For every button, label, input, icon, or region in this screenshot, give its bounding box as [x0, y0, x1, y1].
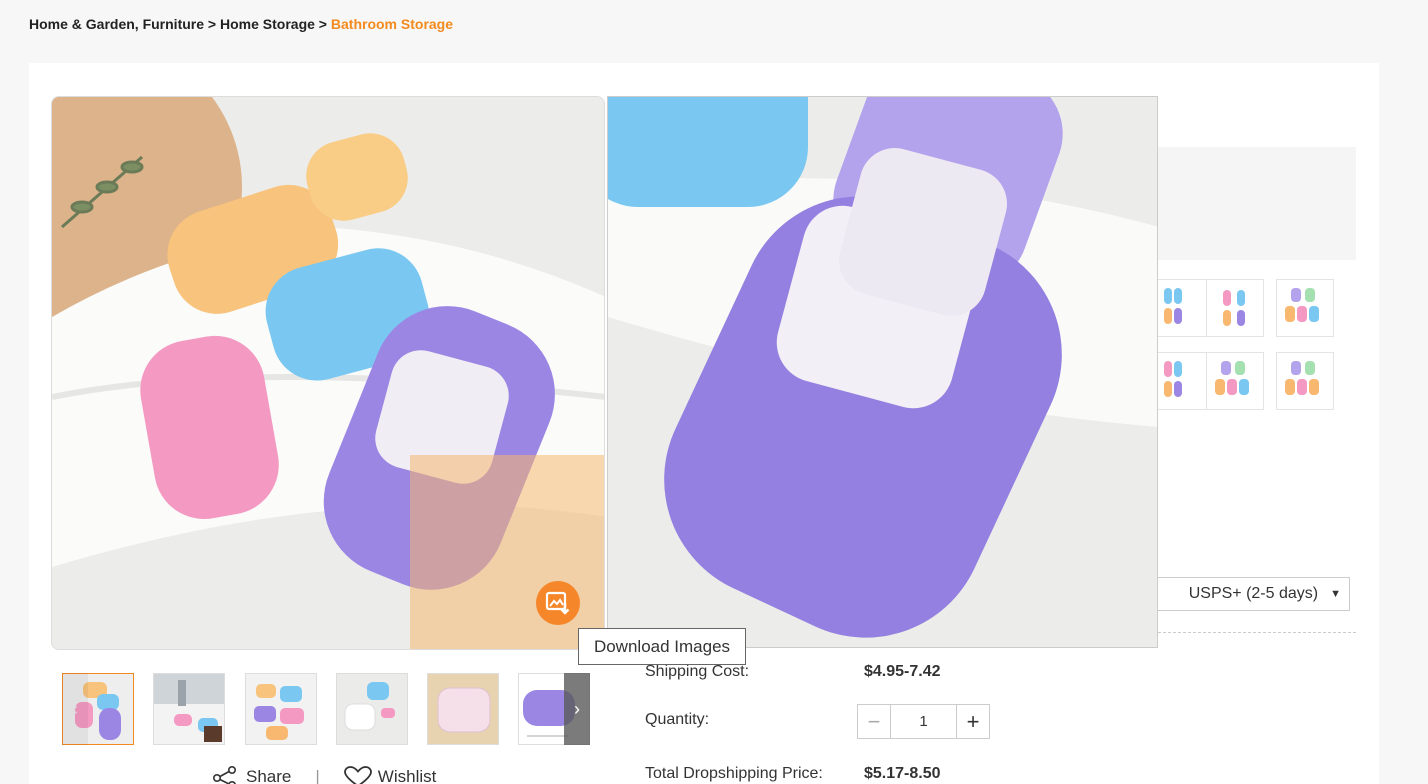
- share-icon: [212, 766, 236, 784]
- thumbnail-image: [246, 674, 316, 744]
- wishlist-label: Wishlist: [377, 767, 437, 784]
- action-separator: |: [315, 767, 320, 784]
- wishlist-button[interactable]: Wishlist: [343, 766, 437, 784]
- shipping-method-select[interactable]: USPS+ (2-5 days) ▼: [1158, 577, 1350, 611]
- download-images-button[interactable]: [536, 581, 580, 625]
- breadcrumb-separator: >: [314, 16, 331, 32]
- breadcrumb-separator: >: [204, 16, 220, 32]
- main-product-image[interactable]: [51, 96, 605, 650]
- share-wishlist-row: Share | Wishlist: [212, 766, 436, 784]
- thumbnail-image: [154, 674, 224, 744]
- download-image-icon: [545, 591, 570, 615]
- zoom-lens[interactable]: [410, 455, 604, 649]
- thumbnail-image: [428, 674, 498, 744]
- heart-icon: [343, 766, 372, 784]
- shipping-cost-value: $4.95-7.42: [864, 663, 941, 680]
- variant-thumb: [1285, 361, 1319, 395]
- total-price-label: Total Dropshipping Price:: [645, 765, 823, 782]
- zoomed-product-photo: [608, 97, 1157, 647]
- breadcrumb-home-storage[interactable]: Home Storage: [220, 16, 315, 32]
- breadcrumb-home-garden[interactable]: Home & Garden, Furniture: [29, 16, 204, 32]
- thumbnail-next-button[interactable]: ›: [564, 673, 590, 745]
- variant-thumb: [1215, 361, 1249, 395]
- variant-swatch-5[interactable]: [1206, 352, 1264, 410]
- quantity-stepper: − +: [857, 704, 990, 739]
- variant-swatch-3[interactable]: [1276, 279, 1334, 337]
- caret-down-icon: ▼: [1330, 588, 1341, 600]
- total-price-value: $5.17-8.50: [864, 765, 941, 782]
- chevron-left-icon: ‹: [72, 698, 78, 719]
- price-box: [1158, 147, 1356, 260]
- variant-swatch-6[interactable]: [1276, 352, 1334, 410]
- thumbnail-4[interactable]: [336, 673, 408, 745]
- variant-thumb: [1285, 288, 1319, 322]
- thumbnail-image: [337, 674, 407, 744]
- quantity-input[interactable]: [891, 705, 956, 738]
- variant-thumb: [1223, 290, 1245, 326]
- thumbnail-prev-button[interactable]: ‹: [62, 673, 88, 745]
- shipping-method-value: USPS+ (2-5 days): [1188, 585, 1319, 602]
- thumbnail-5[interactable]: [427, 673, 499, 745]
- thumbnail-2[interactable]: [153, 673, 225, 745]
- shipping-cost-label: Shipping Cost:: [645, 663, 750, 680]
- quantity-increase-button[interactable]: +: [956, 705, 989, 738]
- breadcrumb-current[interactable]: Bathroom Storage: [331, 16, 453, 32]
- chevron-right-icon: ›: [574, 698, 580, 719]
- quantity-decrease-button[interactable]: −: [858, 705, 891, 738]
- zoom-preview-panel: [607, 96, 1158, 648]
- thumbnail-3[interactable]: [245, 673, 317, 745]
- quantity-label: Quantity:: [645, 711, 710, 728]
- share-label: Share: [246, 767, 292, 784]
- download-images-tooltip: Download Images: [578, 628, 746, 665]
- breadcrumb: Home & Garden, Furniture > Home Storage …: [29, 16, 453, 32]
- share-button[interactable]: Share: [212, 766, 291, 784]
- variant-swatch-2[interactable]: [1206, 279, 1264, 337]
